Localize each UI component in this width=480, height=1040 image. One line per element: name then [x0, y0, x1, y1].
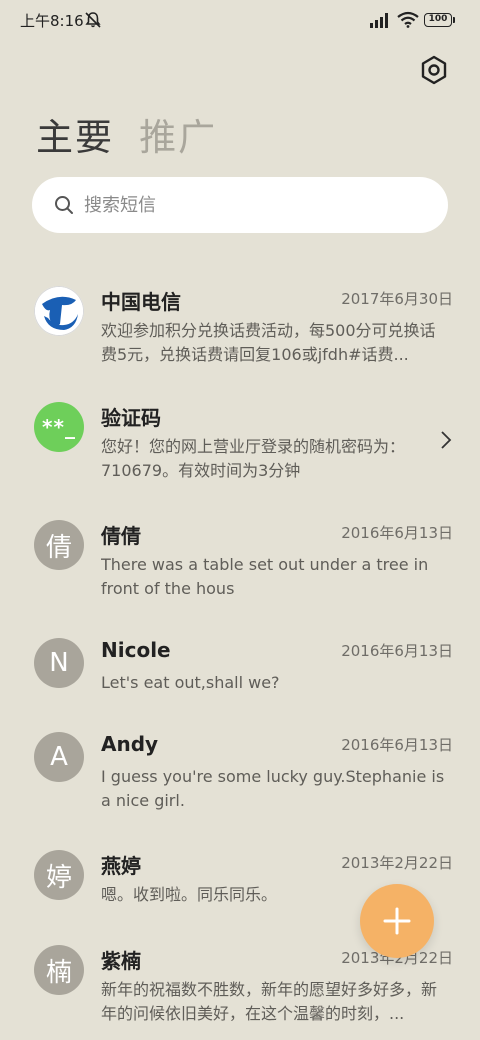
status-bar: 上午8:16 100: [0, 0, 480, 40]
search-bar[interactable]: [32, 177, 448, 233]
contact-name: 中国电信: [101, 290, 181, 314]
message-tabs: 主要 推广: [36, 112, 237, 168]
message-item-qianqian[interactable]: 倩 倩倩 2016年6月13日 There was a table set ou…: [0, 520, 480, 620]
plus-icon: [383, 907, 411, 935]
search-input[interactable]: [84, 177, 424, 233]
message-date: 2016年6月13日: [341, 524, 453, 542]
message-preview: I guess you're some lucky guy.Stephanie …: [101, 767, 445, 810]
tab-primary[interactable]: 主要: [36, 112, 114, 164]
contact-name: 紫楠: [101, 949, 141, 973]
avatar: [34, 286, 84, 336]
tab-promotions[interactable]: 推广: [139, 112, 217, 164]
message-preview: 您好！您的网上营业厅登录的随机密码为：710679。有效时间为3分钟: [101, 437, 406, 480]
contact-name: Nicole: [101, 638, 171, 662]
avatar: 婷: [34, 850, 84, 900]
message-item-verification-code[interactable]: **_ 验证码 您好！您的网上营业厅登录的随机密码为：710679。有效时间为3…: [0, 402, 480, 502]
avatar: **_: [34, 402, 84, 452]
contact-name: 验证码: [101, 406, 161, 430]
message-preview: 新年的祝福数不胜数，新年的愿望好多好多，新年的问候依旧美好，在这个温馨的时刻，.…: [101, 980, 438, 1023]
search-icon: [55, 196, 73, 214]
message-item-china-telecom[interactable]: 中国电信 2017年6月30日 欢迎参加积分兑换话费活动，每500分可兑换话费5…: [0, 286, 480, 386]
avatar: 倩: [34, 520, 84, 570]
mute-icon: [85, 12, 101, 28]
battery-cap: [453, 17, 455, 23]
message-preview: 欢迎参加积分兑换话费活动，每500分可兑换话费5元，兑换话费请回复106或jfd…: [101, 321, 436, 364]
avatar: 楠: [34, 945, 84, 995]
message-date: 2016年6月13日: [341, 736, 453, 754]
settings-icon[interactable]: [416, 52, 452, 88]
china-telecom-logo: [35, 287, 83, 335]
battery-indicator: 100: [424, 13, 452, 27]
chevron-right-icon[interactable]: [440, 430, 452, 450]
avatar: A: [34, 732, 84, 782]
signal-icon: [370, 13, 388, 28]
message-preview: There was a table set out under a tree i…: [101, 555, 429, 598]
message-preview: Let's eat out,shall we?: [101, 673, 280, 692]
message-date: 2016年6月13日: [341, 642, 453, 660]
status-time: 上午8:16: [20, 12, 84, 30]
contact-name: 倩倩: [101, 524, 141, 548]
message-date: 2017年6月30日: [341, 290, 453, 308]
new-message-button[interactable]: [360, 884, 434, 958]
message-item-andy[interactable]: A Andy 2016年6月13日 I guess you're some lu…: [0, 732, 480, 832]
message-date: 2013年2月22日: [341, 854, 453, 872]
contact-name: Andy: [101, 732, 159, 756]
contact-name: 燕婷: [101, 854, 141, 878]
wifi-icon: [397, 11, 419, 28]
avatar: N: [34, 638, 84, 688]
message-item-nicole[interactable]: N Nicole 2016年6月13日 Let's eat out,shall …: [0, 638, 480, 718]
message-item-zinan[interactable]: 楠 紫楠 2013年2月22日 新年的祝福数不胜数，新年的愿望好多好多，新年的问…: [0, 945, 480, 1040]
